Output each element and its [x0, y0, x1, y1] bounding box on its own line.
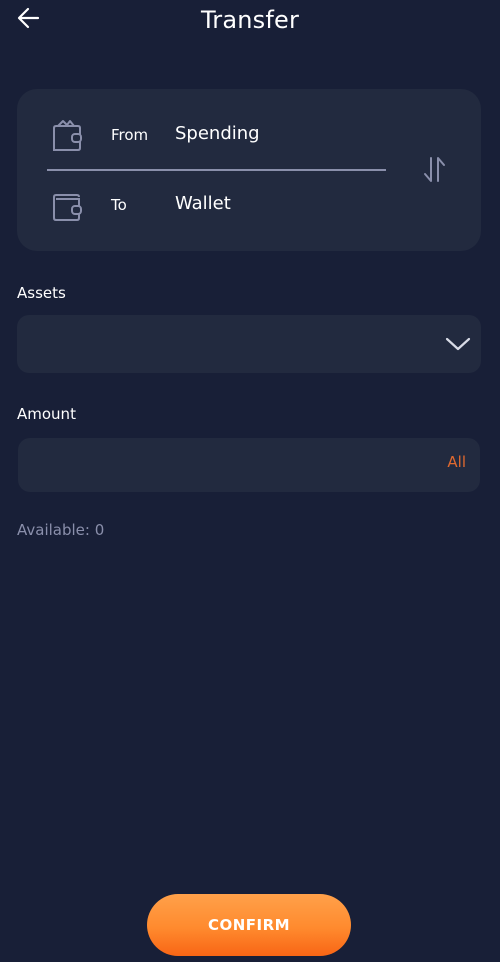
amount-input[interactable]: [18, 438, 418, 492]
to-account-row[interactable]: To Wallet: [17, 186, 397, 226]
swap-direction-button[interactable]: [420, 155, 450, 185]
all-amount-button[interactable]: All: [447, 453, 466, 471]
assets-label: Assets: [17, 284, 66, 302]
amount-field: All: [18, 438, 480, 492]
amount-label: Amount: [17, 405, 76, 423]
wallet-icon: [53, 194, 82, 221]
confirm-button[interactable]: CONFIRM: [147, 894, 351, 956]
to-value: Wallet: [175, 193, 231, 214]
from-value: Spending: [175, 123, 260, 144]
assets-select[interactable]: [17, 315, 481, 373]
from-label: From: [111, 126, 149, 144]
header: Transfer: [0, 0, 500, 44]
to-label: To: [111, 196, 127, 214]
available-balance: Available: 0: [17, 521, 105, 539]
swap-vertical-arrows-icon: [424, 157, 445, 182]
chevron-down-icon: [445, 337, 471, 351]
divider: [47, 169, 386, 171]
transfer-direction-card: From Spending To Wallet: [17, 89, 481, 251]
from-account-row[interactable]: From Spending: [17, 116, 397, 156]
wallet-open-icon: [53, 120, 82, 151]
page-title: Transfer: [200, 6, 300, 34]
